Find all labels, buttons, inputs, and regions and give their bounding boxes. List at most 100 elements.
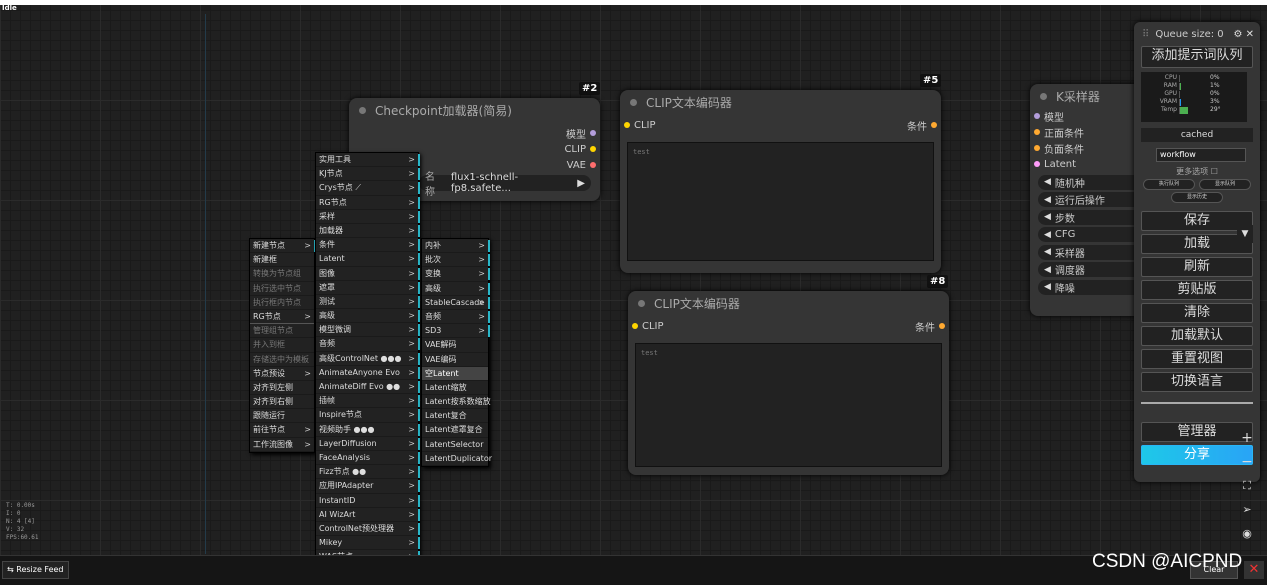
context-menu-item[interactable]: 新建节点 > xyxy=(250,239,316,254)
category-menu-item[interactable]: 实用工具 > xyxy=(316,153,420,168)
panel-button[interactable]: 刷新 xyxy=(1141,257,1253,277)
category-menu-item[interactable]: AnimateDiff Evo ●● > xyxy=(316,380,420,395)
category-menu-item[interactable]: Inspire节点 > xyxy=(316,408,420,423)
category-menu-item[interactable]: LayerDiffusion > xyxy=(316,437,420,451)
panel-button[interactable]: 切换语言 xyxy=(1141,372,1253,392)
context-menu-item[interactable]: 前往节点 > xyxy=(250,423,314,438)
category-menu-item[interactable]: 图像 > xyxy=(316,267,420,281)
category-menu-item[interactable]: ControlNet预处理器 > xyxy=(316,522,420,537)
panel-button[interactable]: 清除 xyxy=(1141,303,1253,323)
category-menu-item[interactable]: 测试 > xyxy=(316,295,420,310)
latent-menu-item[interactable]: 内补 > xyxy=(422,239,490,254)
category-menu-item[interactable]: 视频助手 ●●● > xyxy=(316,423,420,437)
latent-menu-item[interactable]: Latent缩放 xyxy=(422,381,488,396)
category-menu-item[interactable]: 加载器 > xyxy=(316,224,420,239)
collapse-dot-icon[interactable] xyxy=(359,106,366,114)
execute-queue-button[interactable]: 执行队列 xyxy=(1143,179,1195,190)
context-menu-item[interactable]: 对齐到左侧 xyxy=(250,381,314,396)
show-queue-button[interactable]: 显示队列 xyxy=(1199,179,1251,190)
prompt-textarea[interactable]: test xyxy=(635,343,942,467)
latent-menu-item[interactable]: LatentSelector xyxy=(422,438,488,452)
panel-button[interactable]: 重置视图 xyxy=(1141,349,1253,369)
category-menu-item[interactable]: Crys节点 ⟋ > xyxy=(316,181,420,196)
latent-menu-item[interactable]: 空Latent xyxy=(422,366,488,381)
eye-icon[interactable]: ◉ xyxy=(1236,523,1258,545)
category-menu-item[interactable]: KJ节点 > xyxy=(316,167,420,182)
context-menu-item[interactable]: 并入到框 xyxy=(250,338,314,353)
context-menu-item[interactable]: RG节点 > xyxy=(250,310,314,325)
queue-panel[interactable]: ⠿ Queue size: 0 ⚙ ✕ 添加提示词队列 CPU 0% RAM 1% GP… xyxy=(1134,22,1260,482)
latent-menu-item[interactable]: Latent复合 xyxy=(422,409,488,424)
category-menu-item[interactable]: AI WizArt > xyxy=(316,508,420,522)
resize-feed-button[interactable]: ⇆ Resize Feed xyxy=(2,561,69,579)
latent-submenu[interactable]: 内补 > 批次 > 变换 > 高级 > StableCascade > 音频 > SD3 > VAE解码 VA… xyxy=(421,238,492,467)
category-menu-item[interactable]: RG节点 > xyxy=(316,196,420,210)
category-menu-item[interactable]: 音频 > xyxy=(316,337,420,352)
panel-button[interactable]: 剪贴版 xyxy=(1141,280,1253,300)
fit-view-icon[interactable]: ⛶ xyxy=(1236,475,1258,497)
context-menu-item[interactable]: 新建框 xyxy=(250,253,314,268)
clip-text-encode-node-1[interactable]: CLIP文本编码器 CLIP 条件 test xyxy=(620,90,941,273)
show-history-button[interactable]: 显示历史 xyxy=(1171,192,1223,203)
latent-menu-item[interactable]: 变换 > xyxy=(422,267,490,282)
category-menu-item[interactable]: Mikey > xyxy=(316,536,420,551)
context-menu-item[interactable]: 执行框内节点 xyxy=(250,296,314,310)
panel-button[interactable]: 加载默认 xyxy=(1141,326,1253,346)
prompt-textarea[interactable]: test xyxy=(627,142,934,261)
canvas-context-menu[interactable]: 新建节点 > 新建框 转换为节点组 执行选中节点 执行框内节点 RG节点 > 管理组节点 并入到框… xyxy=(249,238,316,453)
category-menu-item[interactable]: Latent > xyxy=(316,252,420,267)
category-menu-item[interactable]: FaceAnalysis > xyxy=(316,451,420,466)
category-menu-item[interactable]: 高级 > xyxy=(316,309,420,324)
latent-menu-item[interactable]: 高级 > xyxy=(422,282,490,296)
node-title[interactable]: CLIP文本编码器 xyxy=(628,291,949,315)
latent-menu-item[interactable]: 音频 > xyxy=(422,310,490,325)
context-menu-item[interactable]: 转换为节点组 xyxy=(250,267,314,282)
close-icon[interactable]: ✕ xyxy=(1244,561,1264,579)
output-slot-conditioning[interactable]: 条件 xyxy=(907,117,941,133)
output-slot-conditioning[interactable]: 条件 xyxy=(915,318,949,334)
latent-menu-item[interactable]: Latent遮罩复合 xyxy=(422,423,488,438)
context-menu-item[interactable]: 跟随运行 xyxy=(250,409,314,424)
queue-prompt-button[interactable]: 添加提示词队列 xyxy=(1141,46,1253,68)
node-category-menu[interactable]: 实用工具 > KJ节点 > Crys节点 ⟋ > RG节点 > 采样 > 加载器 > 条件 > Latent… xyxy=(315,152,420,580)
gear-icon[interactable]: ⚙ ✕ xyxy=(1233,29,1254,40)
locate-icon[interactable]: ➢ xyxy=(1236,499,1258,521)
category-menu-item[interactable]: 高级ControlNet ●●● > xyxy=(316,352,420,366)
input-slot-clip[interactable]: CLIP xyxy=(620,117,656,133)
context-menu-item[interactable]: 存储选中为模板 xyxy=(250,353,314,367)
latent-menu-item[interactable]: Latent按系数缩放 xyxy=(422,395,491,410)
workflow-input[interactable]: workflow xyxy=(1156,148,1246,162)
category-menu-item[interactable]: 应用IPAdapter > xyxy=(316,479,420,494)
latent-menu-item[interactable]: StableCascade > xyxy=(422,296,490,310)
context-menu-item[interactable]: 工作流图像 > xyxy=(250,438,314,452)
node-title[interactable]: CLIP文本编码器 xyxy=(620,90,941,114)
latent-menu-item[interactable]: VAE编码 xyxy=(422,353,488,367)
input-slot-clip[interactable]: CLIP xyxy=(628,318,664,334)
category-menu-item[interactable]: 插帧 > xyxy=(316,394,420,409)
category-menu-item[interactable]: 遮罩 > xyxy=(316,281,420,295)
category-menu-item[interactable]: 条件 > xyxy=(316,238,420,253)
context-menu-item[interactable]: 对齐到右侧 xyxy=(250,395,314,410)
latent-menu-item[interactable]: 批次 > xyxy=(422,253,490,268)
ckpt-name-widget[interactable]: 名称 flux1-schnell-fp8.safete... ▶ xyxy=(419,172,591,198)
node-title[interactable]: Checkpoint加载器(简易) xyxy=(349,98,600,122)
category-menu-item[interactable]: 模型微调 > xyxy=(316,323,420,338)
drag-handle-icon[interactable]: ⠿ xyxy=(1142,29,1149,40)
context-menu-item[interactable]: 节点预设 > xyxy=(250,367,314,381)
output-slot-model[interactable]: 模型 xyxy=(349,125,600,141)
zoom-in-icon[interactable]: + xyxy=(1236,427,1258,449)
zoom-out-icon[interactable]: − xyxy=(1236,451,1258,473)
context-menu-item[interactable]: 管理组节点 xyxy=(250,324,314,339)
category-menu-item[interactable]: InstantID > xyxy=(316,494,420,508)
more-options-toggle[interactable]: 更多选项 ☐ xyxy=(1134,166,1260,177)
panel-header[interactable]: ⠿ Queue size: 0 ⚙ ✕ xyxy=(1134,22,1260,46)
latent-menu-item[interactable]: VAE解码 xyxy=(422,338,488,353)
clip-text-encode-node-2[interactable]: CLIP文本编码器 CLIP 条件 test xyxy=(628,291,949,475)
latent-menu-item[interactable]: SD3 > xyxy=(422,324,490,339)
latent-menu-item[interactable]: LatentDuplicator xyxy=(422,452,492,466)
save-dropdown-icon[interactable]: ▼ xyxy=(1237,225,1253,243)
category-menu-item[interactable]: 采样 > xyxy=(316,210,420,224)
category-menu-item[interactable]: AnimateAnyone Evo > xyxy=(316,366,420,380)
category-menu-item[interactable]: Fizz节点 ●● > xyxy=(316,465,420,480)
context-menu-item[interactable]: 执行选中节点 xyxy=(250,282,314,296)
